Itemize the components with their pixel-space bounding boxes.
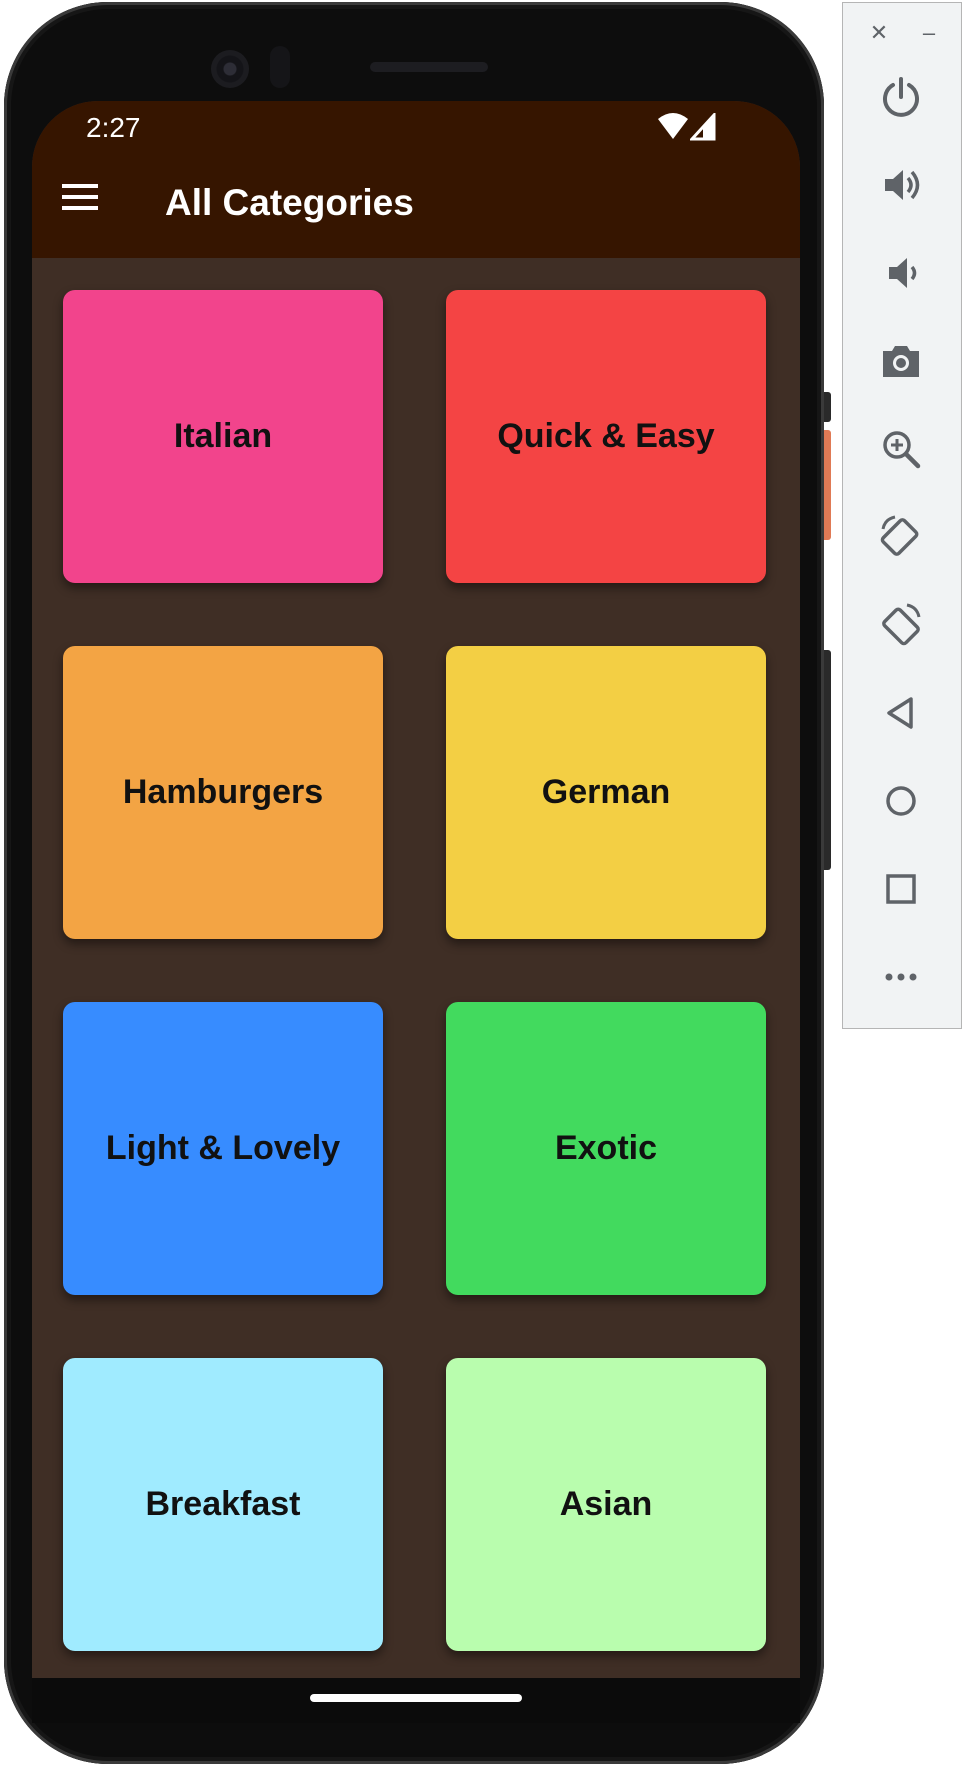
volume-down-button[interactable]	[873, 245, 929, 301]
status-icons	[658, 113, 718, 141]
volume-up-icon	[885, 170, 920, 200]
camera-icon	[883, 346, 919, 377]
rotate-left-button[interactable]	[873, 509, 929, 565]
home-icon	[886, 786, 916, 816]
menu-icon[interactable]	[56, 173, 104, 221]
back-button[interactable]	[873, 685, 929, 741]
app-title: All Categories	[165, 182, 414, 223]
rotate-left-icon	[880, 515, 919, 556]
back-icon	[887, 697, 913, 729]
app-bar: 2:27 All Categories	[32, 101, 800, 258]
home-button[interactable]	[873, 773, 929, 829]
more-button[interactable]	[873, 949, 929, 1005]
emulator-toolbar: ✕ –	[842, 2, 962, 1029]
category-tile-breakfast[interactable]: Breakfast	[63, 1358, 383, 1651]
phone-volume-button	[824, 650, 831, 870]
category-tile-german[interactable]: German	[446, 646, 766, 939]
power-icon	[883, 77, 919, 117]
category-tile-quick-easy[interactable]: Quick & Easy	[446, 290, 766, 583]
category-label: Asian	[559, 1485, 653, 1523]
category-label: Hamburgers	[122, 773, 324, 811]
zoom-button[interactable]	[873, 421, 929, 477]
phone-side-button	[824, 392, 831, 422]
phone-power-button	[824, 430, 831, 540]
category-label: Exotic	[554, 1129, 658, 1167]
category-tile-asian[interactable]: Asian	[446, 1358, 766, 1651]
category-tile-light-lovely[interactable]: Light & Lovely	[63, 1002, 383, 1295]
home-gesture-handle[interactable]	[310, 1694, 522, 1702]
close-icon[interactable]: ✕	[865, 19, 893, 47]
earpiece-speaker	[370, 62, 488, 72]
proximity-sensor	[270, 46, 290, 88]
status-time: 2:27	[86, 112, 141, 143]
overview-button[interactable]	[873, 861, 929, 917]
category-tile-italian[interactable]: Italian	[63, 290, 383, 583]
rotate-right-icon	[882, 603, 921, 646]
category-label: Italian	[173, 417, 273, 455]
front-camera	[211, 50, 249, 88]
category-tile-exotic[interactable]: Exotic	[446, 1002, 766, 1295]
minimize-icon[interactable]: –	[915, 19, 943, 47]
category-label: Quick & Easy	[497, 417, 715, 455]
volume-up-button[interactable]	[873, 157, 929, 213]
category-label: German	[541, 773, 671, 811]
category-label: Breakfast	[145, 1485, 301, 1523]
more-icon	[885, 973, 917, 981]
screenshot-button[interactable]	[873, 333, 929, 389]
category-grid: Italian Quick & Easy Hamburgers German L…	[63, 290, 769, 1690]
category-label: Light & Lovely	[105, 1129, 341, 1167]
category-tile-hamburgers[interactable]: Hamburgers	[63, 646, 383, 939]
rotate-right-button[interactable]	[873, 597, 929, 653]
volume-down-icon	[889, 258, 917, 288]
power-button[interactable]	[873, 69, 929, 125]
overview-icon	[886, 874, 916, 904]
zoom-icon	[883, 431, 921, 469]
signal-icon	[690, 113, 716, 141]
wifi-icon	[658, 113, 688, 139]
phone-screen: 2:27 All Categories Italian Quick & Easy	[32, 101, 800, 1723]
